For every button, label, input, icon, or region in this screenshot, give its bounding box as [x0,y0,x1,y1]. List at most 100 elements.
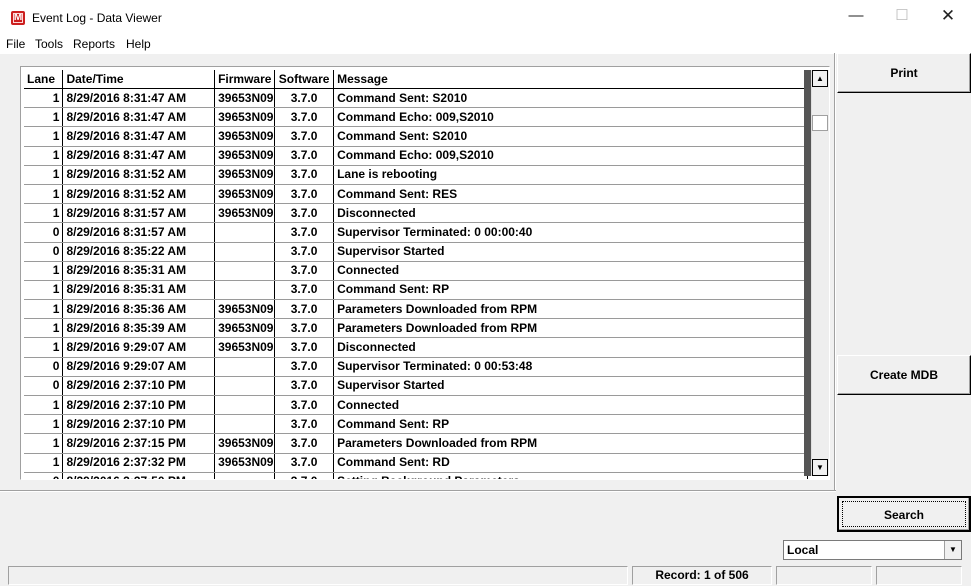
create-mdb-button[interactable]: Create MDB [837,355,971,395]
status-panel-4 [876,566,962,585]
cell-firmware: 39653N09 [214,433,276,454]
scroll-down-button[interactable]: ▼ [812,459,828,476]
cell-message: Parameters Downloaded from RPM [333,433,808,454]
table-row[interactable]: 1 8/29/2016 8:31:47 AM 39653N09 3.7.0 Comman… [24,107,808,128]
table-row[interactable]: 08/29/2016 2:37:50 PM 3.7.0Setting Backgr… [24,472,808,479]
cell-software: 3.7.0 [274,203,335,224]
close-icon[interactable]: ✕ [925,0,971,32]
status-panel-3 [776,566,872,585]
cell-software: 3.7.0 [274,88,335,109]
table-row[interactable]: 1 8/29/2016 8:35:39 AM 39653N09 3.7.0 Parame… [24,318,808,339]
focus-rectangle [842,501,966,527]
cell-firmware [214,414,276,435]
table-row[interactable]: 1 8/29/2016 2:37:10 PM 3.7.0 Connected [24,395,808,416]
cell-lane: 1 [24,433,64,454]
column-header-firmware[interactable]: Firmware [214,70,276,89]
cell-datetime: 8/29/2016 8:35:22 AM [62,242,216,262]
cell-datetime: 8/29/2016 8:31:52 AM [62,165,216,185]
cell-datetime: 8/29/2016 9:29:07 AM [62,357,216,377]
cell-datetime: 8/29/2016 8:31:57 AM [62,222,216,243]
vertical-scrollbar[interactable]: ▲ ▼ [811,70,829,476]
cell-software: 3.7.0 [274,242,335,262]
panel-divider-vertical [834,53,836,492]
cell-datetime: 8/29/2016 8:35:31 AM [62,261,216,281]
arrow-down-icon: ▼ [816,463,824,472]
search-button[interactable]: Search [837,496,971,532]
cell-software: 3.7.0 [274,472,335,479]
table-row[interactable]: 0 8/29/2016 2:37:10 PM 3.7.0 Supervisor Sta… [24,376,808,397]
cell-firmware: 39653N09 [214,299,276,320]
table-row[interactable]: 1 8/29/2016 8:35:36 AM 39653N09 3.7.0 Parame… [24,299,808,320]
cell-firmware [214,261,276,281]
table-row[interactable]: 0 8/29/2016 8:35:22 AM 3.7.0 Supervisor Sta… [24,242,808,262]
column-header-software[interactable]: Software [274,70,335,89]
cell-message: Setting Background Parameters [333,472,808,479]
cell-software: 3.7.0 [274,280,335,301]
table-row[interactable]: 1 8/29/2016 9:29:07 AM 39653N09 3.7.0 Discon… [24,337,808,358]
cell-firmware [214,280,276,301]
table-row[interactable]: 1 8/29/2016 8:35:31 AM 3.7.0 Connected [24,261,808,281]
cell-software: 3.7.0 [274,395,335,416]
cell-datetime: 8/29/2016 8:31:47 AM [62,107,216,128]
cell-message: Command Sent: S2010 [333,126,808,147]
cell-message: Command Sent: RD [333,453,808,473]
cell-firmware: 39653N09 [214,337,276,358]
table-row[interactable]: 1 8/29/2016 8:31:57 AM 39653N09 3.7.0 Discon… [24,203,808,224]
location-select[interactable]: Local ▼ [783,540,962,560]
table-row[interactable]: 1 8/29/2016 8:31:52 AM 39653N09 3.7.0 Comman… [24,184,808,205]
event-log-table: Lane Date/Time Firmware Software Message… [24,70,808,479]
table-row[interactable]: 1 8/29/2016 8:31:47 AM 39653N09 3.7.0 Comman… [24,126,808,147]
cell-message: Command Sent: RES [333,184,808,205]
cell-datetime: 8/29/2016 8:31:47 AM [62,88,216,109]
title-bar: M Event Log - Data Viewer — ☐ ✕ [0,0,971,32]
table-row[interactable]: 0 8/29/2016 8:31:57 AM 3.7.0 Supervisor Ter… [24,222,808,243]
cell-message: Supervisor Terminated: 0 00:53:48 [333,357,808,377]
table-row[interactable]: 1 8/29/2016 8:31:52 AM 39653N09 3.7.0 Lane i… [24,165,808,185]
cell-firmware [214,242,276,262]
cell-software: 3.7.0 [274,414,335,435]
menu-file[interactable]: File [6,37,25,51]
minimize-icon[interactable]: — [833,0,879,32]
column-header-lane[interactable]: Lane [24,70,64,89]
scroll-up-button[interactable]: ▲ [812,70,828,87]
table-row[interactable]: 1 8/29/2016 8:35:31 AM 3.7.0 Command Sent: … [24,280,808,301]
cell-datetime: 8/29/2016 2:37:10 PM [62,395,216,416]
table-row[interactable]: 1 8/29/2016 2:37:10 PM 3.7.0 Command Sent: … [24,414,808,435]
cell-lane: 1 [24,280,64,301]
cell-message: Connected [333,261,808,281]
cell-lane: 0 [24,222,64,243]
chevron-down-icon[interactable]: ▼ [944,541,961,559]
event-log-grid[interactable]: Lane Date/Time Firmware Software Message… [20,66,830,480]
cell-message: Command Echo: 009,S2010 [333,146,808,166]
cell-software: 3.7.0 [274,107,335,128]
column-header-message[interactable]: Message [333,70,808,89]
cell-lane: 1 [24,107,64,128]
menu-reports[interactable]: Reports [73,37,115,51]
print-button[interactable]: Print [837,53,971,93]
cell-lane: 0 [24,357,64,377]
table-row[interactable]: 1 8/29/2016 2:37:32 PM 39653N09 3.7.0 Comman… [24,453,808,473]
table-row[interactable]: 1 8/29/2016 8:31:47 AM 39653N09 3.7.0 Comman… [24,146,808,166]
status-bar: Record: 1 of 506 [0,564,971,586]
menu-tools[interactable]: Tools [35,37,63,51]
column-header-datetime[interactable]: Date/Time [62,70,216,89]
maximize-icon[interactable]: ☐ [879,0,925,32]
grid-divider [804,70,811,476]
scroll-thumb[interactable] [812,115,828,131]
cell-datetime: 8/29/2016 8:31:47 AM [62,146,216,166]
menu-help[interactable]: Help [126,37,151,51]
cell-message: Command Sent: S2010 [333,88,808,109]
cell-software: 3.7.0 [274,376,335,397]
table-row[interactable]: 1 8/29/2016 2:37:15 PM 39653N09 3.7.0 Parame… [24,433,808,454]
cell-message: Parameters Downloaded from RPM [333,318,808,339]
cell-lane: 0 [24,472,64,479]
cell-datetime: 8/29/2016 9:29:07 AM [62,337,216,358]
cell-software: 3.7.0 [274,318,335,339]
cell-datetime: 8/29/2016 2:37:10 PM [62,376,216,397]
table-row[interactable]: 1 8/29/2016 8:31:47 AM 39653N09 3.7.0 Comman… [24,88,808,109]
cell-message: Connected [333,395,808,416]
cell-datetime: 8/29/2016 8:31:57 AM [62,203,216,224]
cell-datetime: 8/29/2016 2:37:15 PM [62,433,216,454]
cell-message: Supervisor Terminated: 0 00:00:40 [333,222,808,243]
table-row[interactable]: 0 8/29/2016 9:29:07 AM 3.7.0 Supervisor Ter… [24,357,808,377]
